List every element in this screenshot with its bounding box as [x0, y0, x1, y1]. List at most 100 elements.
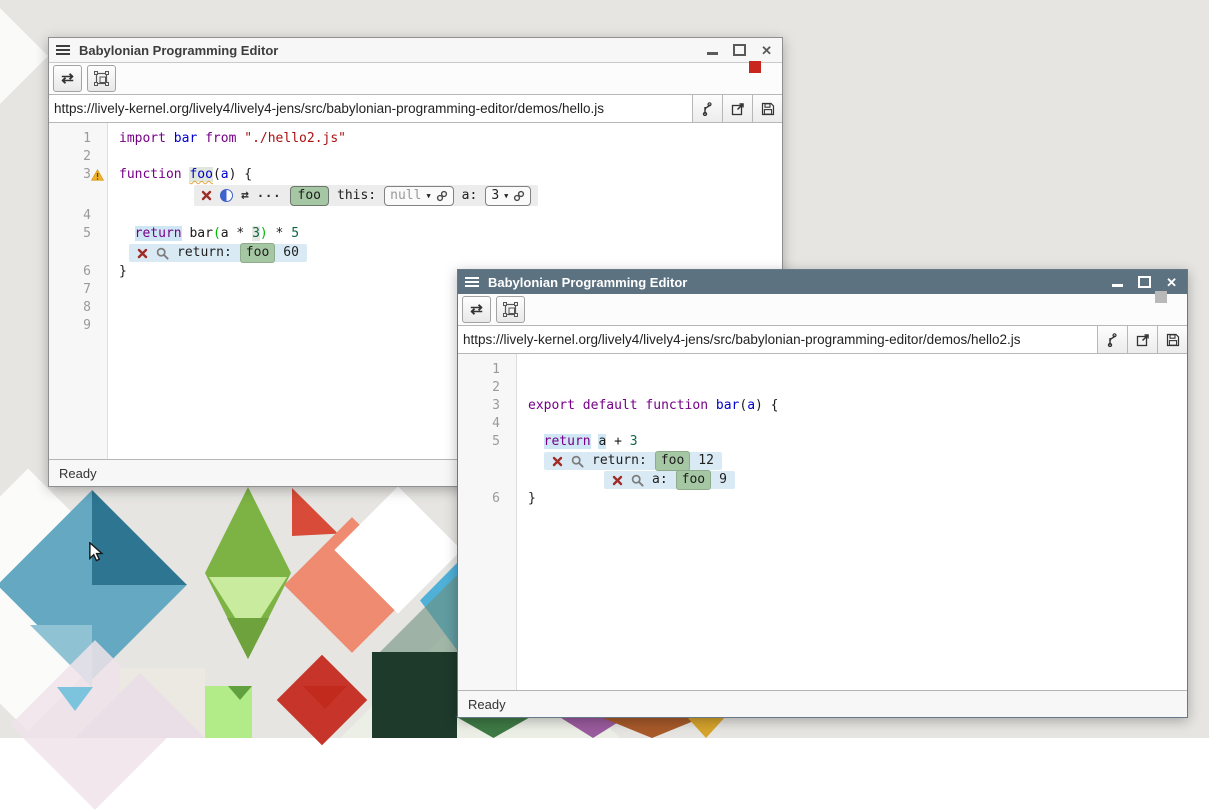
- line-number: 8: [49, 299, 107, 317]
- swap-icon[interactable]: ⇄: [241, 187, 249, 205]
- titlebar[interactable]: Babylonian Programming Editor ✕: [458, 270, 1187, 294]
- open-external-button[interactable]: [1128, 326, 1158, 353]
- status-text: Ready: [59, 466, 97, 481]
- close-button[interactable]: ✕: [761, 44, 772, 57]
- example-name-chip[interactable]: foo: [655, 451, 690, 471]
- code-editor[interactable]: 123export default function bar(a) {45 re…: [458, 354, 1187, 690]
- chevron-down-icon: ▼: [426, 187, 430, 205]
- code-token: import: [119, 131, 166, 146]
- code-line: 6}: [458, 490, 1187, 508]
- window-title: Babylonian Programming Editor: [488, 275, 1103, 290]
- code-token: [197, 131, 205, 146]
- probe-widget[interactable]: a:foo9: [604, 471, 735, 489]
- transform-selection-icon: [94, 71, 109, 86]
- code-line: 5 return bar(a * 3) * 5: [49, 225, 782, 243]
- example-widget[interactable]: ⇄ ··· foo this: null▼ a: 3▼: [194, 185, 538, 206]
- menu-icon[interactable]: [465, 277, 479, 287]
- example-name-chip[interactable]: foo: [240, 243, 275, 263]
- close-icon[interactable]: [612, 475, 623, 486]
- wallpaper-shape: [0, 8, 48, 104]
- transform-selection-icon: [503, 302, 518, 317]
- code-token: [528, 434, 544, 449]
- example-name-chip[interactable]: foo: [676, 470, 711, 490]
- value-dropdown[interactable]: null▼: [384, 186, 454, 206]
- save-button[interactable]: [1158, 326, 1187, 353]
- select-bounds-button[interactable]: [87, 65, 116, 92]
- wallpaper-shape: [686, 716, 726, 738]
- code-token: ) {: [755, 398, 778, 413]
- probe-widget[interactable]: return:foo12: [544, 452, 722, 470]
- titlebar[interactable]: Babylonian Programming Editor ✕: [49, 38, 782, 63]
- line-number: 3: [458, 397, 516, 415]
- code-token: "./hello2.js": [244, 131, 346, 146]
- swap-editor-button[interactable]: ⇄: [462, 296, 491, 323]
- more-options-icon[interactable]: ···: [257, 190, 282, 202]
- widget-label: return:: [177, 244, 232, 262]
- link-icon: [436, 190, 448, 202]
- code-token: a: [221, 167, 229, 182]
- line-number: 1: [458, 361, 516, 379]
- line-number: 6: [458, 490, 516, 508]
- code-token: default: [583, 398, 638, 413]
- widget-label: return:: [592, 452, 647, 470]
- magnifier-icon[interactable]: [571, 455, 584, 468]
- status-bar: Ready: [458, 690, 1187, 717]
- toolbar: ⇄: [458, 294, 1187, 325]
- code-text: }: [107, 263, 127, 281]
- close-icon[interactable]: [137, 248, 148, 259]
- wallpaper-shape: [92, 490, 187, 585]
- swap-editor-button[interactable]: ⇄: [53, 65, 82, 92]
- close-button[interactable]: ✕: [1166, 276, 1177, 289]
- code-token: bar: [174, 131, 197, 146]
- code-text: import bar from "./hello2.js": [107, 130, 346, 148]
- widget-label: a:: [652, 471, 668, 489]
- example-name-chip[interactable]: foo: [290, 186, 329, 206]
- code-token: 3: [252, 226, 260, 241]
- maximize-button[interactable]: [733, 44, 746, 56]
- code-token: (: [213, 226, 221, 241]
- code-line: 4: [458, 415, 1187, 433]
- version-branch-button[interactable]: [1098, 326, 1128, 353]
- code-line: 2: [458, 379, 1187, 397]
- code-token: +: [606, 434, 629, 449]
- code-line: 3export default function bar(a) {: [458, 397, 1187, 415]
- url-input[interactable]: [49, 95, 693, 122]
- code-token: [166, 131, 174, 146]
- menu-icon[interactable]: [56, 45, 70, 55]
- close-icon[interactable]: [552, 456, 563, 467]
- line-number: 1: [49, 130, 107, 148]
- open-external-button[interactable]: [723, 95, 753, 122]
- line-number: 6: [49, 263, 107, 281]
- line-number: 7: [49, 281, 107, 299]
- url-bar: [49, 94, 782, 123]
- code-text: return a + 3: [516, 433, 638, 451]
- code-token: ) {: [229, 167, 252, 182]
- modified-indicator: [1155, 291, 1167, 303]
- toggle-icon[interactable]: [220, 189, 233, 202]
- value-dropdown[interactable]: 3▼: [485, 186, 531, 206]
- save-button[interactable]: [753, 95, 782, 122]
- url-bar: [458, 325, 1187, 354]
- desktop: Babylonian Programming Editor ✕ ⇄ 1impor…: [0, 0, 1209, 738]
- widget-label: this:: [337, 187, 376, 205]
- version-branch-button[interactable]: [693, 95, 723, 122]
- select-bounds-button[interactable]: [496, 296, 525, 323]
- line-number: 4: [458, 415, 516, 433]
- minimize-button[interactable]: [1112, 284, 1123, 287]
- code-token: ): [260, 226, 268, 241]
- url-input[interactable]: [458, 326, 1098, 353]
- toolbar: ⇄: [49, 63, 782, 94]
- code-line: 4: [49, 207, 782, 225]
- close-icon[interactable]: [201, 190, 212, 201]
- code-token: return: [544, 434, 591, 449]
- branch-icon: [1106, 333, 1119, 347]
- code-token: 5: [291, 226, 299, 241]
- wallpaper-shape: [227, 618, 269, 659]
- magnifier-icon[interactable]: [631, 474, 644, 487]
- probe-widget[interactable]: return:foo60: [129, 244, 307, 262]
- magnifier-icon[interactable]: [156, 247, 169, 260]
- maximize-button[interactable]: [1138, 276, 1151, 288]
- minimize-button[interactable]: [707, 52, 718, 55]
- code-token: a: [747, 398, 755, 413]
- widget-label: a:: [462, 187, 478, 205]
